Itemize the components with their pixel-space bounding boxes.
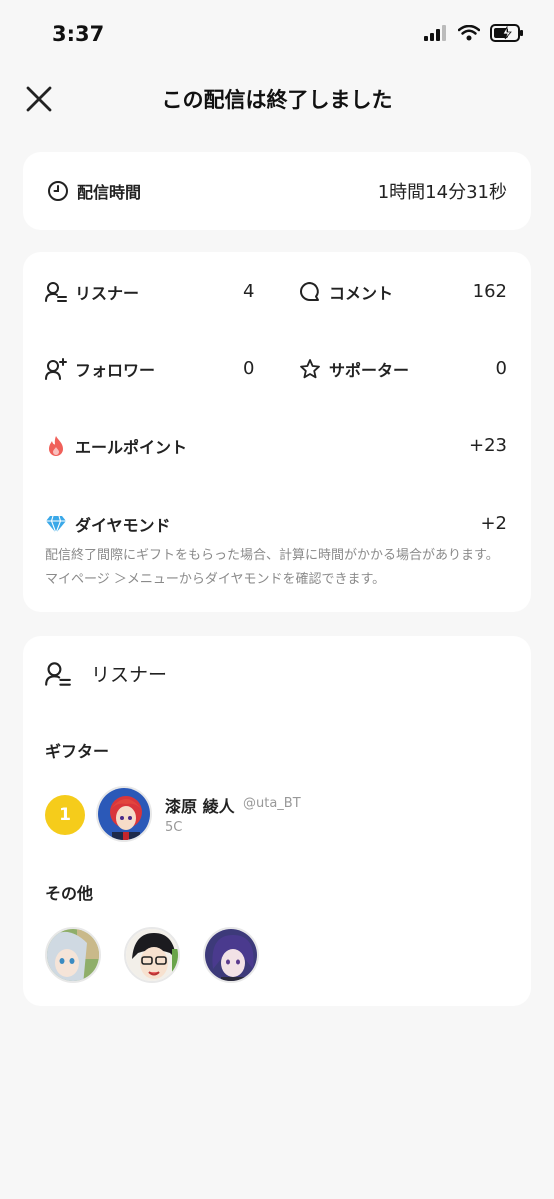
listeners-value: 4 <box>243 281 255 302</box>
other-listener-avatar[interactable] <box>124 927 180 983</box>
supporters-label: サポーター <box>329 361 410 380</box>
gifter-name[interactable]: 漆原 綾人 <box>165 793 235 817</box>
signal-icon <box>424 25 446 41</box>
yell-points-label: エールポイント <box>75 438 188 457</box>
stats-card: リスナー 4 コメント 162 フォロワー 0 サポーター 0 エールポイント … <box>23 252 531 612</box>
diamond-note: 配信終了間際にギフトをもらった場合、計算に時間がかかる場合があります。マイページ… <box>45 548 499 587</box>
status-bar: 3:37 <box>0 0 554 70</box>
diamonds-label: ダイヤモンド <box>75 516 171 535</box>
duration-value: 1時間14分31秒 <box>377 182 507 203</box>
avatar[interactable] <box>96 786 152 842</box>
followers-label: フォロワー <box>75 361 156 380</box>
others-heading: その他 <box>45 884 94 903</box>
other-listener-avatar[interactable] <box>45 927 101 983</box>
comments-row: コメント <box>299 280 393 304</box>
listener-icon <box>45 661 71 686</box>
avatar-image <box>126 929 178 981</box>
wifi-icon <box>458 25 480 41</box>
supporters-row: サポーター <box>299 357 409 381</box>
diamond-icon <box>46 515 66 535</box>
status-icons <box>424 24 524 42</box>
duration-card: 配信時間 1時間14分31秒 <box>23 152 531 230</box>
header: この配信は終了しました <box>0 74 554 124</box>
other-listener-avatar[interactable] <box>203 927 259 983</box>
gifters-heading: ギフター <box>45 742 110 761</box>
flame-icon <box>49 436 63 456</box>
gifter-amount: 5C <box>165 820 183 835</box>
followers-value: 0 <box>243 358 255 379</box>
followers-row: フォロワー <box>45 357 155 381</box>
clock-icon <box>48 181 68 201</box>
rank-badge: 1 <box>45 795 85 835</box>
listeners-card: リスナー ギフター 1 漆原 綾人 @uta_BT 5C その他 <box>23 636 531 1006</box>
gifter-handle: @uta_BT <box>243 796 301 811</box>
listeners-label: リスナー <box>75 284 140 303</box>
avatar-image <box>205 929 257 981</box>
comments-label: コメント <box>329 284 394 303</box>
yell-points-value: +23 <box>469 435 507 456</box>
diamonds-row: ダイヤモンド <box>45 512 171 536</box>
supporters-value: 0 <box>495 358 507 379</box>
listener-icon <box>45 282 67 302</box>
listeners-section-header: リスナー <box>45 660 167 687</box>
follower-icon <box>45 358 67 380</box>
duration-label: 配信時間 <box>77 183 142 202</box>
yell-points-row: エールポイント <box>45 434 187 458</box>
comments-value: 162 <box>472 281 507 302</box>
battery-icon <box>490 24 523 42</box>
avatar-image <box>98 788 150 840</box>
status-time: 3:37 <box>52 22 105 46</box>
star-icon <box>300 359 320 379</box>
page-title: この配信は終了しました <box>161 88 393 112</box>
duration-row: 配信時間 <box>47 179 141 203</box>
listeners-row: リスナー <box>45 280 139 304</box>
listeners-section-title: リスナー <box>91 664 168 686</box>
comment-icon <box>300 282 319 301</box>
avatar-image <box>47 929 99 981</box>
diamonds-value: +2 <box>480 513 507 534</box>
